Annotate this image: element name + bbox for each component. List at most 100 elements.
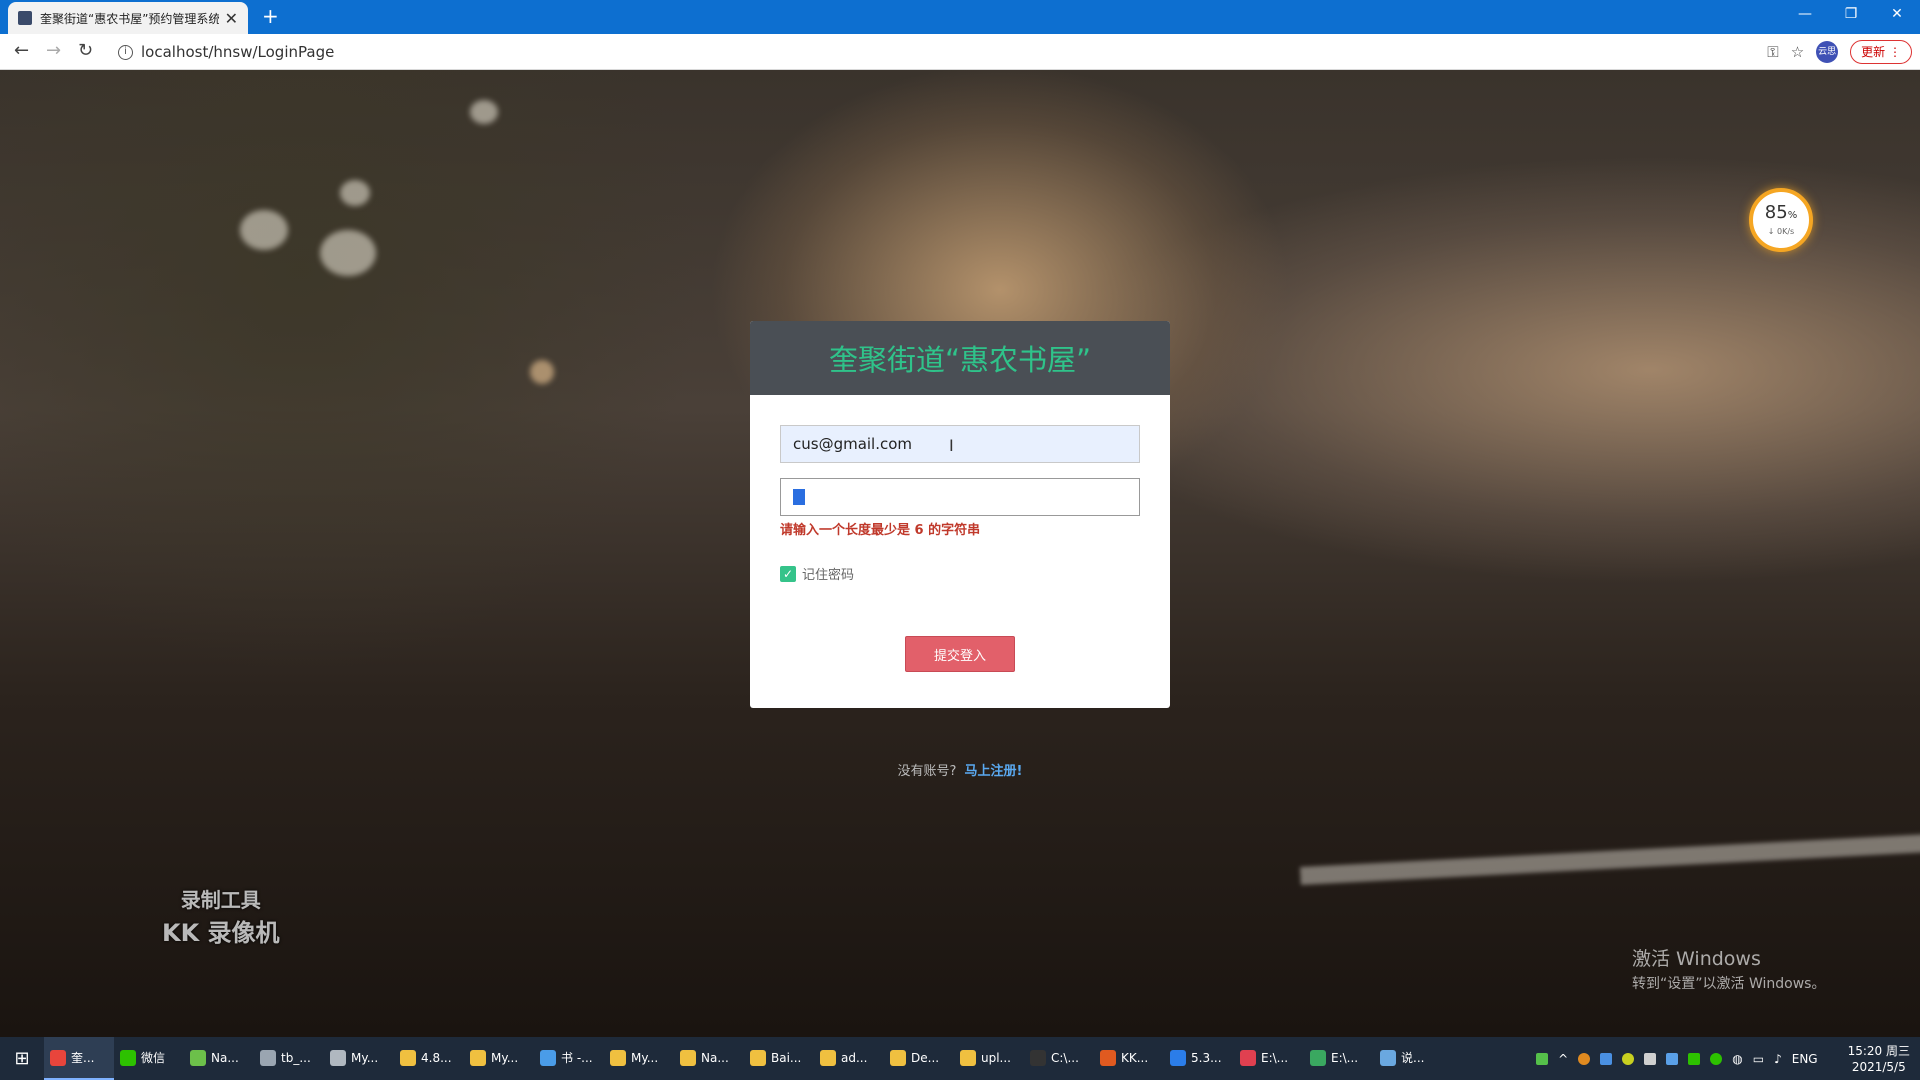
taskbar-item[interactable]: De...	[884, 1037, 954, 1080]
windows-taskbar: ⊞ 奎... 微信 Na... tb_... My... 4.8... My... 书 -..…	[0, 1037, 1920, 1080]
reload-icon[interactable]: ↻	[78, 42, 93, 60]
taskbar-clock[interactable]: 15:20 周三 2021/5/5	[1848, 1043, 1910, 1075]
tray-app-icon[interactable]	[1600, 1052, 1613, 1065]
address-bar[interactable]: i localhost/hnsw/LoginPage	[110, 38, 1750, 66]
login-card: 奎聚街道“惠农书屋” cus@gmail.com I 请输入一个长度最少是 6 …	[750, 321, 1170, 708]
taskbar-item[interactable]: My...	[604, 1037, 674, 1080]
tray-volume-icon[interactable]: ♪	[1774, 1052, 1782, 1066]
login-card-header: 奎聚街道“惠农书屋”	[750, 321, 1170, 395]
taskbar-item[interactable]: 说...	[1374, 1037, 1444, 1080]
forward-arrow-icon[interactable]: →	[46, 42, 61, 60]
taskbar-item[interactable]: tb_...	[254, 1037, 324, 1080]
bokeh-light	[240, 210, 288, 250]
taskbar-item-label: Na...	[701, 1050, 729, 1065]
tray-language[interactable]: ENG	[1792, 1052, 1818, 1066]
register-link[interactable]: 马上注册!	[965, 764, 1023, 779]
taskbar-item-label: E:\...	[1261, 1050, 1289, 1065]
taskbar-item[interactable]: 书 -...	[534, 1037, 604, 1080]
window-controls: — ❐ ✕	[1782, 0, 1920, 30]
app-icon	[260, 1049, 276, 1066]
restore-icon[interactable]: ❐	[1828, 0, 1874, 30]
taskbar-item[interactable]: upl...	[954, 1037, 1024, 1080]
taskbar-item[interactable]: 4.8...	[394, 1037, 464, 1080]
submit-login-button[interactable]: 提交登入	[905, 636, 1015, 672]
site-info-icon[interactable]: i	[118, 44, 133, 60]
tray-globe-icon[interactable]: ◍	[1732, 1052, 1742, 1066]
taskbar-item-label: tb_...	[281, 1050, 311, 1065]
tray-app-icon[interactable]	[1578, 1052, 1591, 1065]
remember-checkbox[interactable]: ✓	[780, 565, 796, 582]
clock-date: 2021/5/5	[1851, 1059, 1906, 1074]
browser-tab[interactable]: 奎聚街道“惠农书屋”预约管理系统 ✕	[8, 2, 248, 34]
page-background: 85% ↓ 0K/s 奎聚街道“惠农书屋” cus@gmail.com I 请输…	[0, 70, 1920, 1037]
remember-password[interactable]: ✓ 记住密码	[780, 564, 854, 583]
folder-icon	[750, 1049, 766, 1066]
taskbar-item-label: Na...	[211, 1050, 239, 1065]
taskbar-item[interactable]: ad...	[814, 1037, 884, 1080]
speed-percent-unit: %	[1787, 210, 1798, 221]
profile-avatar[interactable]: 云思	[1816, 41, 1839, 63]
taskbar-item-label: ad...	[841, 1050, 868, 1065]
close-window-icon[interactable]: ✕	[1874, 0, 1920, 30]
recorder-icon	[1100, 1049, 1116, 1066]
tray-app-icon[interactable]	[1688, 1052, 1701, 1065]
taskbar-item[interactable]: My...	[324, 1037, 394, 1080]
taskbar-item[interactable]: Na...	[184, 1037, 254, 1080]
terminal-icon	[1030, 1049, 1046, 1066]
tray-network-icon[interactable]: ▭	[1753, 1052, 1764, 1066]
taskbar-item[interactable]: 微信	[114, 1037, 184, 1080]
folder-icon	[820, 1049, 836, 1066]
tray-chevron-up-icon[interactable]: ^	[1558, 1052, 1568, 1066]
close-tab-icon[interactable]: ✕	[225, 9, 238, 28]
network-speed-widget[interactable]: 85% ↓ 0K/s	[1749, 188, 1813, 252]
activate-windows-notice: 激活 Windows 转到“设置”以激活 Windows。	[1632, 944, 1825, 993]
key-icon[interactable]: ⚿	[1767, 43, 1778, 61]
tab-title: 奎聚街道“惠农书屋”预约管理系统	[40, 11, 219, 26]
kk-watermark-line2: KK 录像机	[162, 919, 280, 947]
taskbar-item[interactable]: E:\...	[1304, 1037, 1374, 1080]
activate-line1: 激活 Windows	[1632, 948, 1761, 970]
app-icon	[540, 1049, 556, 1066]
taskbar-item-label: C:\...	[1051, 1050, 1079, 1065]
login-title: 奎聚街道“惠农书屋”	[828, 343, 1092, 377]
minimize-icon[interactable]: —	[1782, 0, 1828, 30]
chrome-icon	[50, 1049, 66, 1066]
folder-icon	[960, 1049, 976, 1066]
tray-app-icon[interactable]	[1666, 1052, 1679, 1065]
taskbar-item[interactable]: My...	[464, 1037, 534, 1080]
speed-percent: 85	[1764, 202, 1788, 223]
system-tray: ^ ◍ ▭ ♪ ENG 15:20 周三 2021/5/5	[1536, 1037, 1920, 1080]
register-prompt: 没有账号?	[897, 764, 957, 779]
taskbar-item-label: 微信	[141, 1051, 166, 1065]
taskbar-item[interactable]: E:\...	[1234, 1037, 1304, 1080]
taskbar-item[interactable]: 5.3...	[1164, 1037, 1234, 1080]
taskbar-item-label: 书 -...	[561, 1051, 593, 1065]
folder-icon	[680, 1049, 696, 1066]
tray-app-icon[interactable]	[1644, 1052, 1657, 1065]
password-field[interactable]	[780, 478, 1140, 516]
taskbar-item-label: Bai...	[771, 1050, 802, 1065]
bokeh-light	[530, 360, 554, 384]
email-field[interactable]: cus@gmail.com I	[780, 425, 1140, 463]
back-arrow-icon[interactable]: ←	[14, 42, 29, 60]
taskbar-item[interactable]: 奎...	[44, 1037, 114, 1080]
taskbar-item[interactable]: KK...	[1094, 1037, 1164, 1080]
app-icon	[1380, 1049, 1396, 1066]
taskbar-item-label: My...	[631, 1050, 659, 1065]
taskbar-item[interactable]: C:\...	[1024, 1037, 1094, 1080]
new-tab-button[interactable]: +	[262, 6, 279, 26]
folder-icon	[400, 1049, 416, 1066]
windows-start-icon[interactable]: ⊞	[0, 1037, 44, 1080]
bokeh-light	[340, 180, 370, 206]
tray-wechat-icon[interactable]	[1710, 1052, 1723, 1065]
favicon-icon	[18, 11, 32, 25]
taskbar-item[interactable]: Bai...	[744, 1037, 814, 1080]
update-button[interactable]: 更新 ⋮	[1850, 40, 1912, 64]
tray-battery-icon[interactable]	[1536, 1052, 1549, 1065]
url-text: localhost/hnsw/LoginPage	[141, 43, 335, 61]
taskbar-item[interactable]: Na...	[674, 1037, 744, 1080]
taskbar-item-label: 说...	[1401, 1051, 1425, 1065]
folder-icon	[610, 1049, 626, 1066]
tray-app-icon[interactable]	[1622, 1052, 1635, 1065]
star-icon[interactable]: ☆	[1791, 43, 1804, 61]
